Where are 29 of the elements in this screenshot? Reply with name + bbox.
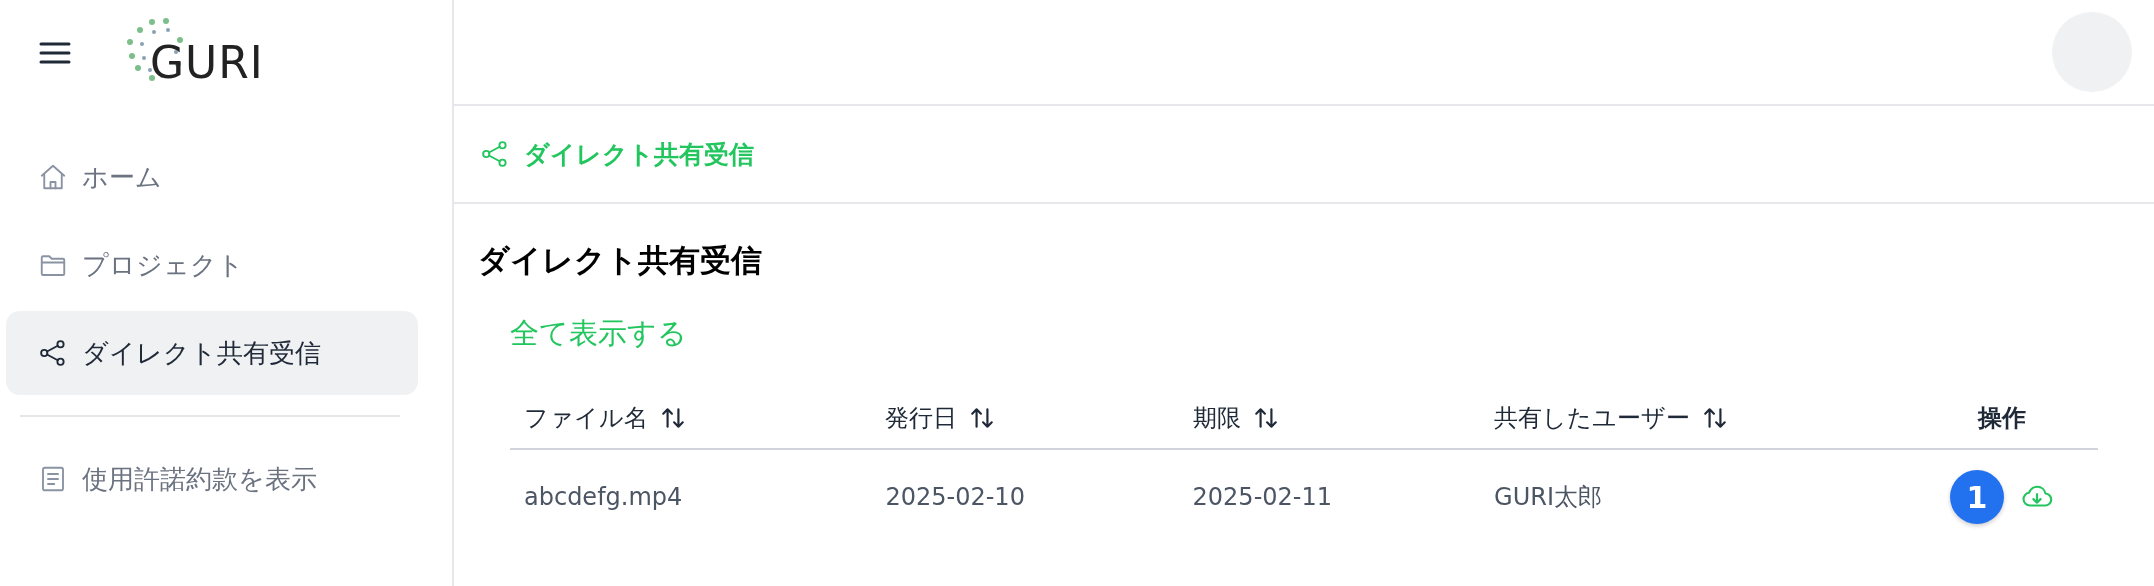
- sort-icon[interactable]: [660, 405, 686, 431]
- column-header-cell[interactable]: ファイル名: [510, 388, 872, 449]
- column-header-cell[interactable]: 期限: [1178, 388, 1481, 449]
- sort-icon[interactable]: [969, 405, 996, 431]
- sort-icon[interactable]: [1702, 405, 1729, 431]
- column-header: 期限: [1192, 403, 1241, 434]
- page-title: ダイレクト共有受信: [478, 241, 763, 280]
- table-cell: 2025-02-11: [1192, 483, 1333, 511]
- breadcrumb-text: ダイレクト共有受信: [524, 138, 754, 171]
- column-header: ファイル名: [524, 403, 648, 434]
- share-icon: [38, 338, 68, 368]
- share-icon: [480, 139, 510, 169]
- menu-icon: [39, 40, 71, 65]
- table-cell: abcdefg.mp4: [524, 483, 683, 511]
- column-header-cell[interactable]: 共有したユーザー: [1480, 388, 1892, 449]
- sidebar-item[interactable]: ホーム: [6, 135, 418, 219]
- column-header: 共有したユーザー: [1494, 403, 1691, 434]
- count-badge: 1: [1949, 470, 2004, 524]
- table-cell: GURI太郎: [1494, 483, 1602, 511]
- sidebar-item[interactable]: ダイレクト共有受信: [6, 311, 418, 395]
- home-icon: [38, 162, 68, 192]
- sidebar-item[interactable]: 使用許諾約款を表示: [6, 437, 418, 521]
- sort-icon[interactable]: [1252, 405, 1279, 431]
- column-header-cell[interactable]: 発行日: [871, 388, 1179, 449]
- column-header: 操作: [1977, 403, 2026, 434]
- logo-text: GURI: [150, 36, 264, 88]
- column-header: 発行日: [885, 403, 958, 434]
- sidebar-item[interactable]: プロジェクト: [6, 223, 418, 307]
- table-cell: 2025-02-10: [885, 483, 1025, 511]
